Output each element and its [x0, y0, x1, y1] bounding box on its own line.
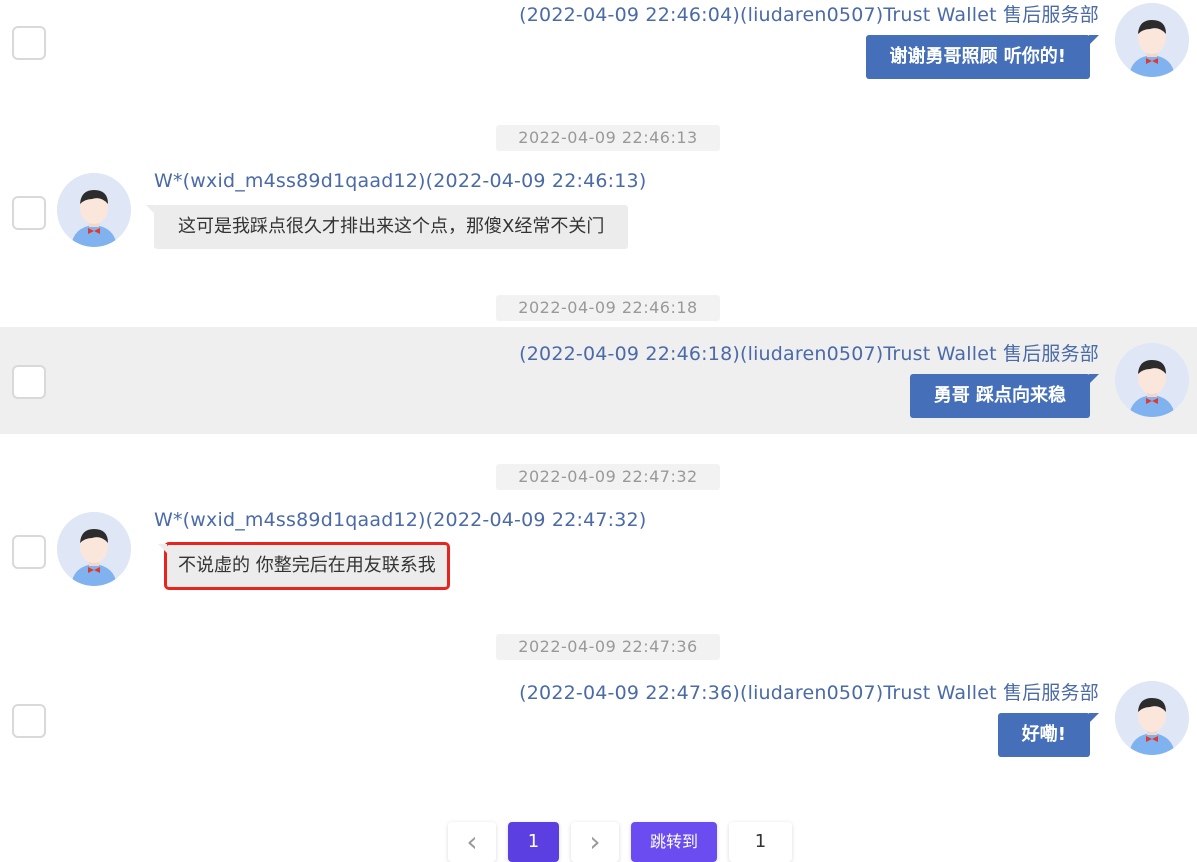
user-avatar-icon: [1115, 681, 1189, 755]
message-bubble: 这可是我踩点很久才排出来这个点，那傻X经常不关门: [145, 205, 629, 249]
timestamp-separator: 2022-04-09 22:46:18: [496, 295, 720, 321]
user-avatar-icon: [1115, 3, 1189, 77]
timestamp-separator: 2022-04-09 22:46:13: [496, 125, 720, 151]
avatar: [1115, 343, 1189, 417]
sender-meta: W*(wxid_m4ss89d1qaad12)(2022-04-09 22:46…: [154, 170, 647, 192]
page-button-current[interactable]: 1: [508, 822, 559, 862]
message-bubble-highlighted: 不说虚的 你整完后在用友联系我: [158, 542, 450, 590]
message-bubble: 谢谢勇哥照顾 听你的!: [865, 35, 1100, 79]
message-row: W*(wxid_m4ss89d1qaad12)(2022-04-09 22:47…: [0, 500, 1197, 600]
sender-meta: (2022-04-09 22:46:04)(liudaren0507)Trust…: [519, 4, 1099, 26]
select-checkbox[interactable]: [12, 535, 46, 569]
avatar: [1115, 3, 1189, 77]
select-checkbox[interactable]: [12, 704, 46, 738]
select-checkbox[interactable]: [12, 26, 46, 60]
pagination: ‹ 1 › 跳转到 1: [0, 822, 1197, 862]
user-avatar-icon: [1115, 343, 1189, 417]
page-number-input[interactable]: 1: [729, 822, 792, 862]
avatar: [1115, 681, 1189, 755]
message-bubble: 勇哥 踩点向来稳: [909, 374, 1100, 418]
timestamp-separator: 2022-04-09 22:47:36: [496, 634, 720, 660]
user-avatar-icon: [57, 173, 131, 247]
sender-meta: (2022-04-09 22:47:36)(liudaren0507)Trust…: [519, 682, 1099, 704]
timestamp-separator: 2022-04-09 22:47:32: [496, 464, 720, 490]
select-checkbox[interactable]: [12, 365, 46, 399]
select-checkbox[interactable]: [12, 196, 46, 230]
avatar: [57, 512, 131, 586]
next-page-button[interactable]: ›: [571, 822, 619, 862]
message-row-selected: (2022-04-09 22:46:18)(liudaren0507)Trust…: [0, 327, 1197, 434]
sender-meta: W*(wxid_m4ss89d1qaad12)(2022-04-09 22:47…: [154, 509, 647, 531]
avatar: [57, 173, 131, 247]
user-avatar-icon: [57, 512, 131, 586]
message-row: (2022-04-09 22:47:36)(liudaren0507)Trust…: [0, 668, 1197, 768]
message-row: W*(wxid_m4ss89d1qaad12)(2022-04-09 22:46…: [0, 160, 1197, 260]
message-row: (2022-04-09 22:46:04)(liudaren0507)Trust…: [0, 0, 1197, 100]
message-bubble: 好嘞!: [997, 713, 1100, 757]
jump-to-button[interactable]: 跳转到: [631, 822, 717, 862]
sender-meta: (2022-04-09 22:46:18)(liudaren0507)Trust…: [519, 343, 1099, 365]
prev-page-button[interactable]: ‹: [448, 822, 496, 862]
